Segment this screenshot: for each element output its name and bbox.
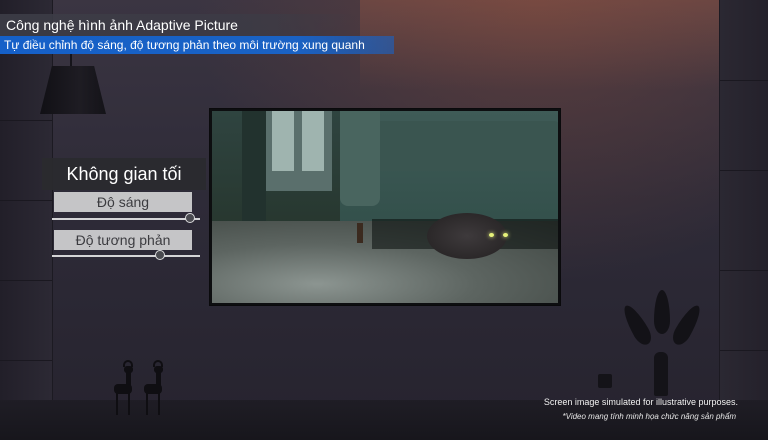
tv-scene-window <box>262 111 332 191</box>
tv-scene-sofa-cushion <box>372 121 558 171</box>
left-wall-panel <box>0 0 53 440</box>
tv <box>209 108 561 306</box>
deer-figurine-icon <box>142 360 166 416</box>
slider-track <box>52 218 200 220</box>
disclaimer-vietnamese: *Video mang tính minh họa chức năng sản … <box>562 412 736 421</box>
contrast-label: Độ tương phản <box>54 230 192 250</box>
brightness-label: Độ sáng <box>54 192 192 212</box>
tv-scene-cat <box>427 213 508 259</box>
warm-light-glow <box>360 0 720 90</box>
deer-figurine-icon <box>112 360 136 416</box>
plant-leaf <box>669 301 705 348</box>
page-subtitle: Tự điều chỉnh độ sáng, độ tương phản the… <box>0 36 394 54</box>
plant-leaf <box>654 290 670 334</box>
plant-vase-icon <box>619 301 655 348</box>
tv-scene-sofa-arm <box>340 111 380 206</box>
vase <box>654 352 668 396</box>
tv-screen <box>212 111 558 303</box>
lamp-cord <box>70 54 72 68</box>
mode-label: Không gian tối <box>42 158 206 190</box>
tv-scene-sofa-leg <box>357 223 363 243</box>
slider-thumb[interactable] <box>155 250 166 260</box>
slider-thumb[interactable] <box>184 213 195 223</box>
right-wall-panel <box>719 0 768 440</box>
tv-scene-curtain <box>242 111 266 231</box>
camera-object <box>598 374 612 388</box>
cat-eye-left <box>489 233 494 237</box>
slider-track <box>52 255 200 257</box>
contrast-slider[interactable] <box>52 250 200 262</box>
brightness-slider[interactable] <box>52 213 200 225</box>
disclaimer-english: Screen image simulated for illustrative … <box>543 397 738 407</box>
cat-eye-right <box>503 233 508 237</box>
page-title: Công nghệ hình ảnh Adaptive Picture <box>0 14 360 36</box>
